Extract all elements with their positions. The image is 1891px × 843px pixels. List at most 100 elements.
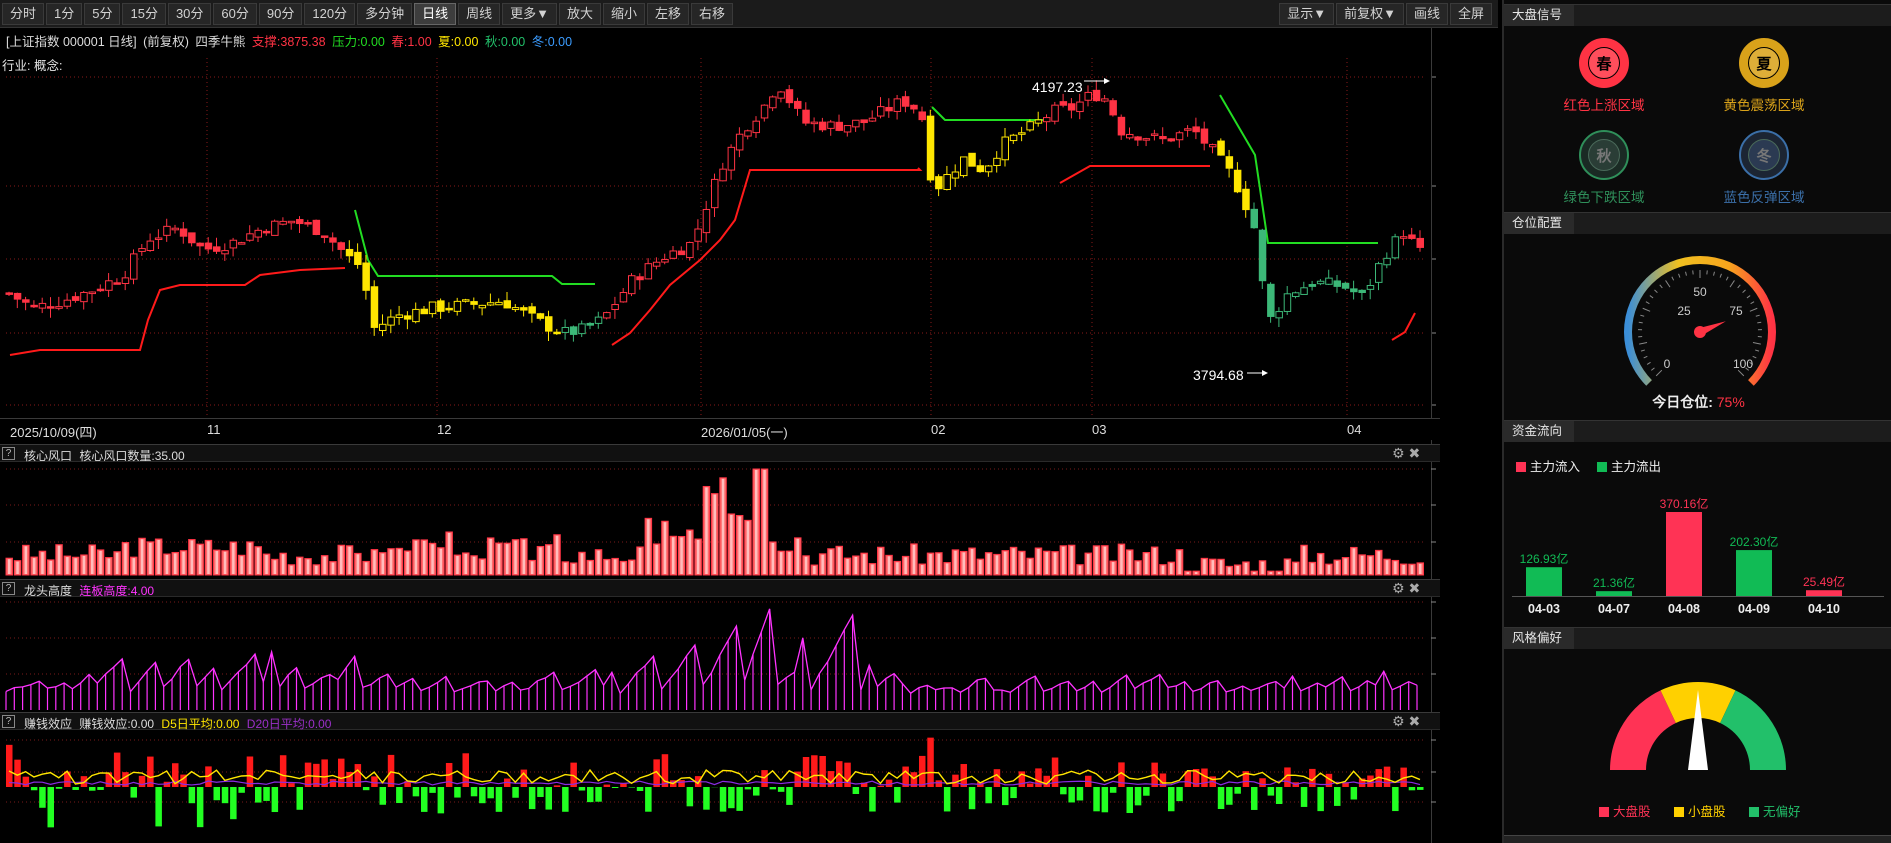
style-tab[interactable]: 风格偏好 — [1504, 628, 1574, 649]
money-bar — [1251, 787, 1258, 810]
risk-bar — [619, 560, 628, 576]
signal-tab[interactable]: 大盘信号 — [1504, 5, 1574, 26]
risk-bar — [71, 556, 80, 576]
candle — [1142, 137, 1151, 147]
risk-bar — [1142, 551, 1151, 576]
risk-bar — [594, 549, 603, 576]
d20-line — [8, 780, 1421, 786]
money-bar — [1392, 787, 1399, 812]
candle — [1109, 98, 1117, 117]
risk-bar — [1043, 550, 1051, 576]
risk-bar — [652, 543, 661, 576]
gauge-hub — [1694, 326, 1706, 338]
risk-bar — [794, 537, 802, 576]
flow-date-label: 04-03 — [1528, 602, 1560, 616]
money-bar — [55, 787, 63, 789]
money-bar — [537, 787, 544, 797]
gear-icon[interactable]: ⚙ — [1392, 580, 1405, 596]
risk-bar — [661, 520, 669, 576]
risk-bar — [63, 555, 72, 576]
risk-bar — [901, 555, 910, 576]
candle — [1292, 291, 1300, 299]
risk-bar — [1034, 547, 1043, 576]
candle — [1126, 127, 1134, 140]
capital-flow-chart: 126.93亿 04-03 21.36亿 04-07 370.16亿 04-08 202.3… — [1512, 496, 1884, 616]
risk-bar — [1283, 558, 1292, 576]
money-bar — [64, 771, 71, 787]
risk-bar — [320, 555, 329, 576]
flow-value-label: 25.49亿 — [1803, 574, 1845, 589]
candle — [221, 243, 229, 261]
candle — [495, 298, 503, 306]
risk-bar — [752, 468, 760, 576]
candle — [445, 302, 453, 314]
candle — [38, 297, 47, 314]
risk-bar — [445, 531, 453, 576]
risk-bar — [586, 559, 594, 576]
money-bar — [437, 787, 445, 814]
help-icon[interactable]: ? — [2, 582, 15, 595]
candle — [520, 305, 528, 317]
risk-bar — [287, 564, 296, 576]
candle — [810, 117, 819, 133]
candle — [777, 90, 785, 103]
money-bar — [1109, 787, 1117, 793]
date-label-0: 2025/10/09(四) — [10, 425, 97, 440]
risk-bar — [868, 563, 877, 576]
money-bar — [1068, 787, 1075, 803]
help-icon[interactable]: ? — [2, 447, 15, 460]
risk-bar — [1258, 560, 1267, 576]
risk-bar — [528, 559, 536, 576]
candle — [1175, 130, 1184, 148]
money-bar — [470, 787, 478, 797]
money-bar — [412, 787, 420, 797]
risk-bar — [254, 546, 262, 576]
candle — [329, 232, 337, 252]
money-bar — [611, 787, 619, 789]
candle — [1233, 162, 1242, 194]
risk-bar — [818, 553, 827, 576]
candle — [1209, 143, 1217, 154]
flow-date-label: 04-08 — [1668, 602, 1700, 616]
candle — [395, 305, 404, 325]
candle — [603, 311, 611, 320]
view-button-3[interactable]: 全屏 — [1449, 3, 1492, 25]
flow-date-label: 04-10 — [1808, 602, 1840, 616]
risk-bar — [13, 560, 22, 576]
inflow-legend-label: 主力流入 — [1530, 460, 1581, 474]
help-icon[interactable]: ? — [2, 715, 15, 728]
candlestick-chart[interactable]: 4200.04050.03950.03850.03750.0 4197.23 3… — [0, 0, 1440, 420]
candle — [1316, 279, 1325, 286]
flow-value-label: 126.93亿 — [1520, 551, 1569, 566]
risk-bar — [1333, 559, 1341, 576]
risk-bar — [1233, 564, 1242, 576]
low-marker: 3794.68 — [1193, 367, 1268, 383]
candle — [138, 243, 146, 256]
candle — [569, 325, 578, 342]
money-bar — [1226, 787, 1233, 805]
close-icon[interactable]: ✖ — [1408, 580, 1420, 596]
gear-icon[interactable]: ⚙ — [1392, 713, 1405, 729]
candle — [1101, 95, 1109, 103]
money-bar — [852, 787, 860, 794]
money-bar — [487, 787, 494, 799]
d5-average: D5日平均:0.00 — [161, 717, 240, 731]
close-icon[interactable]: ✖ — [1408, 713, 1420, 729]
risk-bar — [420, 539, 428, 576]
position-tab[interactable]: 仓位配置 — [1504, 213, 1574, 234]
risk-bar — [1051, 551, 1059, 576]
pressure-line — [1219, 94, 1378, 244]
season-2: 秋绿色下跌区域 — [1534, 130, 1674, 206]
gear-icon[interactable]: ⚙ — [1392, 445, 1405, 461]
risk-bar — [179, 550, 188, 576]
flow-tab[interactable]: 资金流向 — [1504, 421, 1574, 442]
risk-bar — [478, 558, 487, 576]
money-pane-title: 赚钱效应 — [24, 717, 73, 731]
risk-bar — [545, 544, 553, 576]
money-bar — [1176, 787, 1183, 802]
risk-bar — [1242, 561, 1250, 576]
season-badge-icon: 春 — [1579, 38, 1629, 88]
close-icon[interactable]: ✖ — [1408, 445, 1420, 461]
candle — [727, 144, 736, 180]
money-pane-value: 赚钱效应:0.00 — [79, 717, 155, 731]
